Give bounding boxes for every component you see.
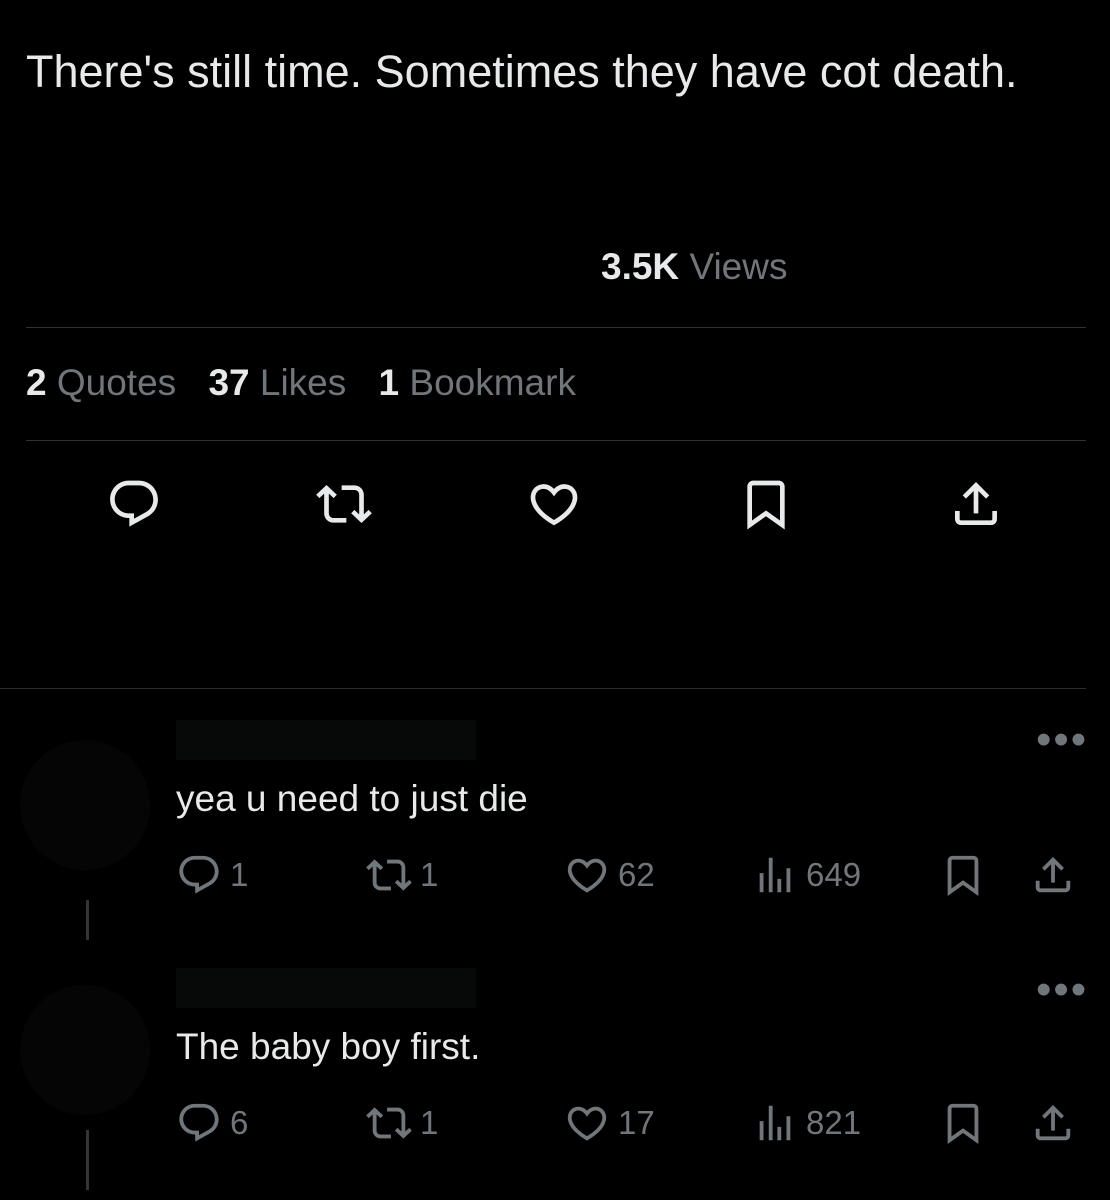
share-icon xyxy=(1030,852,1076,898)
repost-icon xyxy=(316,476,372,532)
share-icon xyxy=(1030,1100,1076,1146)
reply-2-repost-button[interactable]: 1 xyxy=(366,1098,438,1148)
reply-1-views-button[interactable]: 649 xyxy=(752,850,861,900)
views-icon xyxy=(752,852,798,898)
repost-button[interactable] xyxy=(314,474,374,534)
like-icon xyxy=(564,852,610,898)
reply-2-more-icon[interactable]: ••• xyxy=(1036,968,1088,1012)
divider-top xyxy=(26,327,1086,328)
repost-icon xyxy=(366,1100,412,1146)
reply-icon xyxy=(176,1100,222,1146)
divider-replies xyxy=(0,688,1086,689)
bookmarks-stat[interactable]: 1 Bookmark xyxy=(379,362,576,403)
views-icon xyxy=(752,1100,798,1146)
bookmark-icon xyxy=(738,476,794,532)
views-label: Views xyxy=(689,246,788,287)
bookmark-icon xyxy=(940,852,986,898)
quotes-stat[interactable]: 2 Quotes xyxy=(26,362,176,403)
reply-icon xyxy=(176,852,222,898)
reply-2-views-button[interactable]: 821 xyxy=(752,1098,861,1148)
reply-1-share-button[interactable] xyxy=(1030,850,1084,900)
views-count[interactable]: 3.5K Views xyxy=(601,246,787,288)
share-icon xyxy=(948,476,1004,532)
likes-stat[interactable]: 37 Likes xyxy=(208,362,346,403)
tweet-text: There's still time. Sometimes they have … xyxy=(26,46,1018,97)
share-button[interactable] xyxy=(946,474,1006,534)
views-number: 3.5K xyxy=(601,246,680,287)
reply-icon xyxy=(106,476,162,532)
like-icon xyxy=(526,476,582,532)
bookmark-icon xyxy=(940,1100,986,1146)
reply-2-avatar[interactable] xyxy=(20,985,150,1115)
reply-2-like-button[interactable]: 17 xyxy=(564,1098,655,1148)
repost-icon xyxy=(366,852,412,898)
reply-2-username[interactable] xyxy=(176,968,476,1008)
reply-1-more-icon[interactable]: ••• xyxy=(1036,718,1088,762)
reply-1-username[interactable] xyxy=(176,720,476,760)
reply-1-text: yea u need to just die xyxy=(176,778,528,819)
obscured-reply-prompt xyxy=(64,598,544,638)
bookmark-button[interactable] xyxy=(736,474,796,534)
reply-2-thread-line xyxy=(86,1130,89,1190)
reply-1-avatar[interactable] xyxy=(20,740,150,870)
like-button[interactable] xyxy=(524,474,584,534)
reply-1-repost-button[interactable]: 1 xyxy=(366,850,438,900)
like-icon xyxy=(564,1100,610,1146)
reply-2-text: The baby boy first. xyxy=(176,1026,481,1067)
reply-1-bookmark-button[interactable] xyxy=(940,850,994,900)
reply-2-bookmark-button[interactable] xyxy=(940,1098,994,1148)
reply-1-thread-line xyxy=(86,900,89,940)
divider-middle xyxy=(26,440,1086,441)
reply-1-like-button[interactable]: 62 xyxy=(564,850,655,900)
reply-button[interactable] xyxy=(104,474,164,534)
reply-1-reply-button[interactable]: 1 xyxy=(176,850,248,900)
reply-2-reply-button[interactable]: 6 xyxy=(176,1098,248,1148)
reply-2-share-button[interactable] xyxy=(1030,1098,1084,1148)
engagement-stats: 2 Quotes 37 Likes 1 Bookmark xyxy=(26,362,598,404)
